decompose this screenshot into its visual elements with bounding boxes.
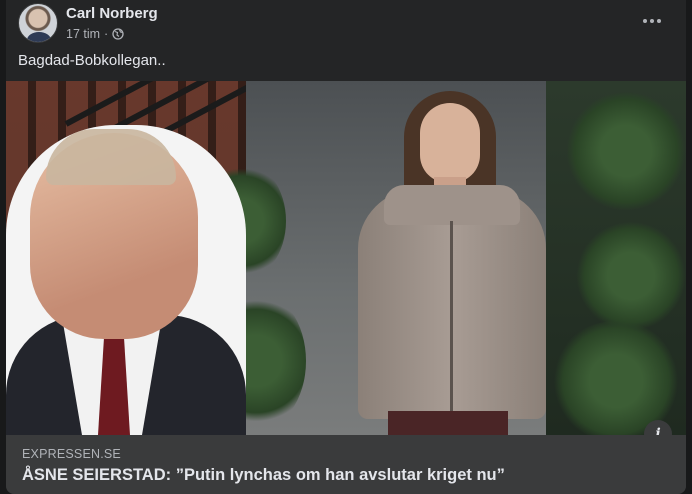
- link-preview-footer[interactable]: EXPRESSEN.SE ÅSNE SEIERSTAD: ”Putin lync…: [6, 435, 686, 494]
- post-header: Carl Norberg 17 tim ·: [18, 3, 674, 43]
- post-timestamp[interactable]: 17 tim: [66, 27, 100, 41]
- author-avatar[interactable]: [18, 3, 58, 43]
- more-options-button[interactable]: [638, 7, 666, 35]
- post-meta: 17 tim ·: [66, 27, 124, 41]
- link-preview-image[interactable]: [6, 81, 686, 435]
- post-text: Bagdad-Bobkollegan..: [18, 52, 166, 69]
- more-options-icon: [643, 19, 647, 23]
- link-headline[interactable]: ÅSNE SEIERSTAD: ”Putin lynchas om han av…: [22, 466, 505, 485]
- author-name[interactable]: Carl Norberg: [66, 5, 158, 22]
- link-domain: EXPRESSEN.SE: [22, 447, 121, 461]
- meta-separator: ·: [104, 27, 109, 41]
- globe-icon[interactable]: [112, 28, 124, 40]
- feed-post: Carl Norberg 17 tim · Bagdad-Bobkollegan…: [6, 0, 686, 494]
